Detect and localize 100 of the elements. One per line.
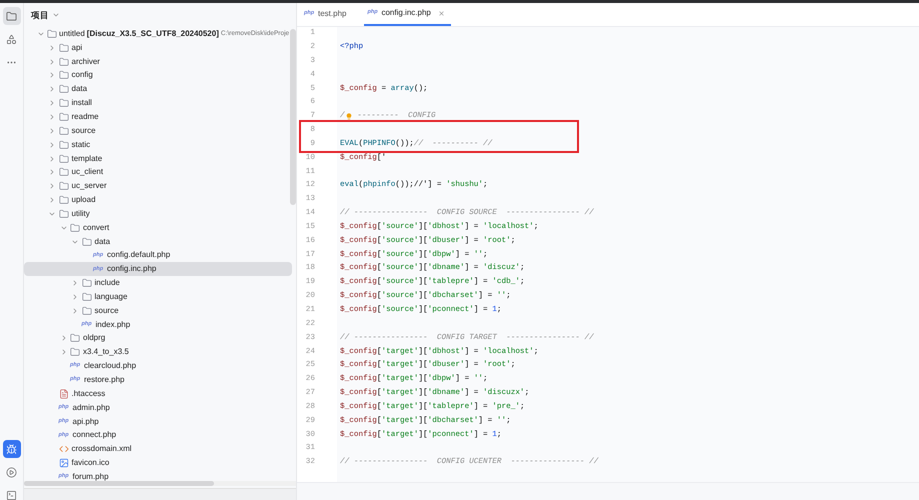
tree-item-label: api.php — [72, 416, 99, 428]
tree-item[interactable]: config — [24, 68, 292, 82]
tree-item-label: upload — [72, 194, 96, 206]
tree-item-label: index.php — [96, 318, 130, 331]
tree-item-label: connect.php — [72, 429, 116, 442]
tree-item[interactable]: uc_server — [24, 179, 292, 194]
close-icon[interactable] — [438, 10, 445, 16]
chevron-right-icon[interactable] — [48, 58, 56, 66]
tree-item-label: utility — [72, 208, 90, 220]
project-name: untitled — [59, 28, 85, 40]
tree-item[interactable]: static — [24, 138, 292, 152]
tree-item-label: source — [94, 304, 119, 317]
folder-icon — [58, 126, 68, 136]
vertical-scrollbar[interactable] — [290, 29, 296, 205]
tree-item[interactable]: readme — [24, 110, 292, 124]
tree-item-label: uc_server — [72, 180, 107, 192]
tree-item[interactable]: uc_client — [24, 165, 292, 180]
chevron-down-icon[interactable] — [52, 11, 60, 19]
folder-icon — [82, 306, 92, 316]
tree-item-label: archiver — [72, 56, 100, 68]
tree-item[interactable]: convert — [24, 220, 292, 235]
folder-icon — [58, 154, 68, 164]
chevron-right-icon[interactable] — [48, 112, 56, 121]
tree-item-label: config.default.php — [107, 249, 170, 262]
tree-item-label: .htaccess — [72, 388, 106, 400]
tree-item[interactable]: source — [24, 304, 292, 318]
horizontal-scrollbar[interactable] — [24, 481, 214, 486]
tree-item[interactable]: crossdomain.xml — [24, 442, 292, 456]
tree-item-label: crossdomain.xml — [72, 443, 132, 456]
tree-item[interactable]: language — [24, 290, 292, 304]
tree-item[interactable]: favicon.ico — [24, 456, 292, 470]
folder-icon — [58, 140, 68, 150]
chevron-right-icon[interactable] — [71, 279, 79, 288]
tree-item[interactable]: data — [24, 82, 292, 96]
tree-item-label: config — [72, 69, 93, 82]
folder-icon — [58, 112, 68, 122]
tree-item-label: data — [94, 236, 110, 248]
tree-item[interactable]: install — [24, 96, 292, 110]
tree-item[interactable]: upload — [24, 193, 292, 207]
folder-icon — [70, 347, 80, 358]
tree-item-label: include — [94, 277, 120, 290]
tree-item[interactable]: archiver — [24, 54, 292, 69]
tree-item-label: source — [72, 124, 96, 137]
tree-item-label: static — [72, 138, 90, 151]
image-file-icon — [58, 458, 68, 468]
chevron-right-icon[interactable] — [48, 182, 56, 190]
tree-item-label: convert — [83, 222, 110, 234]
tree-item-label: favicon.ico — [72, 457, 110, 470]
chevron-right-icon[interactable] — [71, 292, 79, 301]
tree-item[interactable]: utility — [24, 206, 292, 221]
folder-icon — [58, 56, 68, 67]
chevron-right-icon[interactable] — [48, 85, 56, 94]
tree-item-label: admin.php — [72, 402, 110, 414]
folder-icon — [58, 42, 68, 53]
folder-icon — [82, 278, 92, 288]
chevron-right-icon[interactable] — [48, 140, 56, 149]
chevron-right-icon[interactable] — [71, 306, 79, 315]
tree-item[interactable]: api — [24, 40, 292, 55]
folder-icon — [58, 167, 68, 178]
tree-item[interactable]: data — [24, 234, 292, 248]
tree-item-label: x3.4_to_x3.5 — [83, 346, 129, 358]
folder-icon — [70, 222, 80, 233]
chevron-right-icon[interactable] — [48, 99, 56, 108]
text-file-icon — [58, 388, 68, 399]
chevron-right-icon[interactable] — [48, 44, 56, 52]
tree-item-label: api — [72, 42, 82, 54]
folder-icon — [58, 195, 68, 206]
panel-title[interactable]: 项目 — [31, 8, 49, 22]
tree-item-label: uc_client — [72, 166, 104, 178]
tree-item[interactable]: include — [24, 276, 292, 290]
tree-item-label: template — [72, 152, 102, 165]
chevron-right-icon[interactable] — [48, 71, 56, 80]
code-file-icon — [58, 444, 68, 454]
folder-icon — [58, 70, 68, 80]
tree-item-label: readme — [72, 110, 99, 123]
folder-icon[interactable] — [2, 7, 20, 25]
chevron-right-icon[interactable] — [48, 168, 56, 176]
folder-icon — [58, 181, 68, 192]
tree-item[interactable]: .htaccess — [24, 386, 292, 401]
folder-icon — [82, 292, 92, 302]
tree-item[interactable]: source — [24, 124, 292, 138]
chevron-right-icon[interactable] — [48, 126, 56, 135]
folder-icon — [58, 84, 68, 94]
tree-item-label: data — [72, 83, 88, 96]
folder-icon — [58, 98, 68, 108]
project-module: [Discuz_X3.5_SC_UTF8_20240520] — [86, 28, 219, 40]
tree-item-label: install — [72, 97, 92, 110]
tree-item[interactable]: x3.4_to_x3.5 — [24, 345, 292, 360]
tree-item-label: forum.php — [72, 470, 109, 483]
lightbulb-icon[interactable] — [344, 112, 353, 121]
tree-item[interactable]: template — [24, 152, 292, 166]
chevron-right-icon[interactable] — [48, 154, 56, 163]
tree-item-label: clearcloud.php — [84, 360, 136, 372]
folder-icon — [70, 333, 80, 344]
tree-item-label: config.inc.php — [107, 263, 156, 276]
bug-icon[interactable] — [2, 440, 20, 458]
tree-item[interactable]: oldprg — [24, 332, 292, 346]
tree-item-label: oldprg — [83, 332, 106, 344]
chevron-right-icon[interactable] — [48, 196, 56, 204]
folder-icon — [82, 236, 92, 247]
